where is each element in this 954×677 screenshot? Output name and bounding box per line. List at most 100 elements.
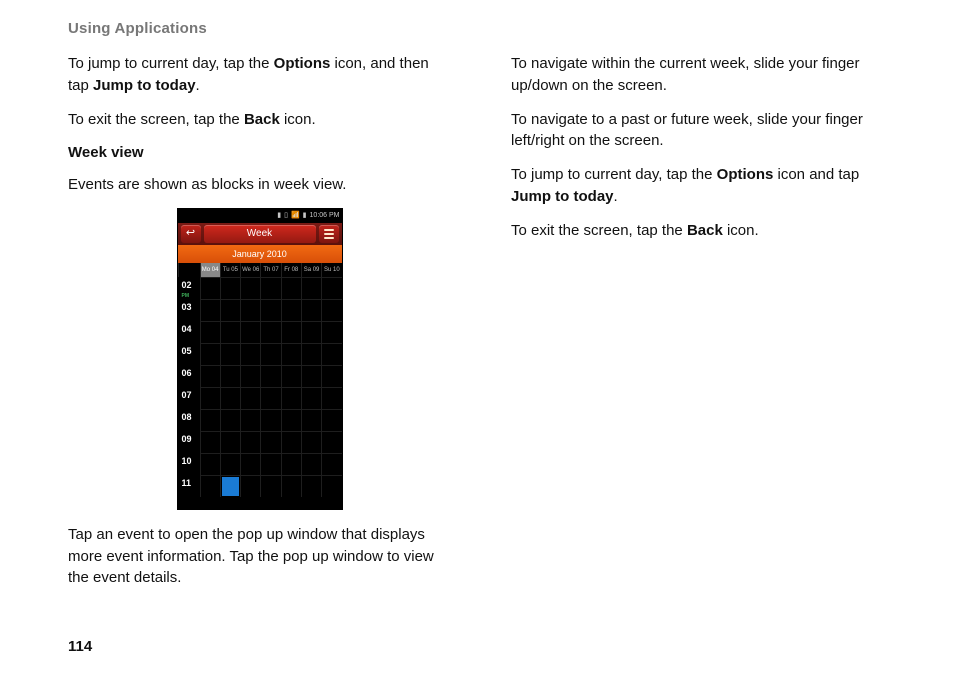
options-label: Options — [717, 166, 774, 183]
grid-cell[interactable] — [301, 475, 321, 497]
grid-cell[interactable] — [200, 321, 220, 343]
grid-cell[interactable] — [200, 453, 220, 475]
grid-cell[interactable] — [321, 343, 341, 365]
text: To jump to current day, tap the — [511, 166, 717, 183]
grid-cell[interactable] — [281, 409, 301, 431]
grid-cell[interactable] — [240, 453, 260, 475]
grid-cell[interactable] — [240, 321, 260, 343]
grid-cell[interactable] — [240, 365, 260, 387]
grid-cell[interactable] — [240, 475, 260, 497]
grid-cell[interactable] — [220, 453, 240, 475]
day-label[interactable]: Mo 04 — [200, 263, 220, 277]
grid-cell[interactable] — [301, 387, 321, 409]
grid-cell[interactable] — [301, 321, 321, 343]
grid-cell[interactable] — [321, 277, 341, 299]
section-header: Using Applications — [68, 20, 894, 37]
grid-cell[interactable] — [200, 387, 220, 409]
grid-cell[interactable] — [240, 299, 260, 321]
grid-cell[interactable] — [321, 431, 341, 453]
grid-cell[interactable] — [281, 321, 301, 343]
right-column: To navigate within the current week, sli… — [511, 53, 894, 601]
paragraph: Tap an event to open the pop up window t… — [68, 524, 451, 589]
paragraph: To exit the screen, tap the Back icon. — [511, 220, 894, 242]
grid-cell[interactable] — [260, 343, 280, 365]
day-label[interactable]: Tu 05 — [220, 263, 240, 277]
grid-cell[interactable] — [220, 431, 240, 453]
text: To exit the screen, tap the — [68, 111, 244, 128]
grid-cell[interactable] — [281, 453, 301, 475]
grid-cell[interactable] — [301, 277, 321, 299]
calendar-event[interactable] — [222, 477, 239, 496]
title-bar: ↩ Week — [178, 223, 342, 245]
grid-cell[interactable] — [260, 475, 280, 497]
grid-cell[interactable] — [240, 343, 260, 365]
grid-cell[interactable] — [220, 277, 240, 299]
grid-cell[interactable] — [200, 365, 220, 387]
day-label[interactable]: Th 07 — [260, 263, 280, 277]
month-bar: January 2010 — [178, 245, 342, 263]
grid-cell[interactable] — [281, 431, 301, 453]
grid-cell[interactable] — [260, 277, 280, 299]
grid-cell[interactable] — [260, 409, 280, 431]
grid-cell[interactable] — [240, 409, 260, 431]
grid-cell[interactable] — [301, 409, 321, 431]
grid-cell[interactable] — [220, 321, 240, 343]
grid-cell[interactable] — [281, 299, 301, 321]
text: To exit the screen, tap the — [511, 222, 687, 239]
day-label[interactable]: We 06 — [240, 263, 260, 277]
back-button[interactable]: ↩ — [181, 225, 201, 243]
grid-cell[interactable] — [321, 365, 341, 387]
grid-cell[interactable] — [200, 299, 220, 321]
grid-cell[interactable] — [240, 277, 260, 299]
text: icon. — [280, 111, 316, 128]
paragraph: To exit the screen, tap the Back icon. — [68, 109, 451, 131]
text: icon and tap — [773, 166, 859, 183]
grid-cell[interactable] — [301, 299, 321, 321]
grid-cell[interactable] — [200, 343, 220, 365]
grid-cell[interactable] — [200, 409, 220, 431]
grid-cell[interactable] — [301, 365, 321, 387]
grid-cell[interactable] — [301, 453, 321, 475]
grid-cell[interactable] — [220, 365, 240, 387]
grid-cell[interactable] — [321, 321, 341, 343]
week-grid[interactable]: 02 PM03 04 05 06 07 08 09 10 11 — [178, 277, 342, 497]
grid-cell[interactable] — [220, 409, 240, 431]
grid-cell[interactable] — [220, 387, 240, 409]
options-button[interactable] — [319, 225, 339, 243]
grid-cell[interactable] — [260, 299, 280, 321]
grid-cell[interactable] — [260, 321, 280, 343]
grid-cell[interactable] — [321, 387, 341, 409]
grid-cell[interactable] — [321, 299, 341, 321]
text: . — [196, 77, 200, 94]
grid-cell[interactable] — [281, 343, 301, 365]
grid-cell[interactable] — [321, 409, 341, 431]
back-icon: ↩ — [186, 226, 195, 242]
day-gutter — [178, 263, 200, 277]
grid-cell[interactable] — [281, 365, 301, 387]
grid-cell[interactable] — [200, 475, 220, 497]
grid-cell[interactable] — [220, 299, 240, 321]
grid-cell[interactable] — [240, 431, 260, 453]
status-icon: ▮ — [277, 211, 281, 221]
grid-cell[interactable] — [200, 431, 220, 453]
grid-cell[interactable] — [220, 475, 240, 497]
day-label[interactable]: Sa 09 — [301, 263, 321, 277]
grid-cell[interactable] — [301, 431, 321, 453]
day-label[interactable]: Su 10 — [321, 263, 341, 277]
grid-cell[interactable] — [200, 277, 220, 299]
grid-cell[interactable] — [301, 343, 321, 365]
grid-cell[interactable] — [281, 387, 301, 409]
grid-cell[interactable] — [260, 365, 280, 387]
grid-cell[interactable] — [260, 431, 280, 453]
grid-cell[interactable] — [220, 343, 240, 365]
grid-cell[interactable] — [260, 453, 280, 475]
grid-cell[interactable] — [321, 475, 341, 497]
grid-cell[interactable] — [281, 277, 301, 299]
week-title[interactable]: Week — [204, 225, 316, 243]
grid-cell[interactable] — [240, 387, 260, 409]
grid-cell[interactable] — [260, 387, 280, 409]
hour-label: 07 — [178, 387, 200, 409]
day-label[interactable]: Fr 08 — [281, 263, 301, 277]
grid-cell[interactable] — [321, 453, 341, 475]
grid-cell[interactable] — [281, 475, 301, 497]
